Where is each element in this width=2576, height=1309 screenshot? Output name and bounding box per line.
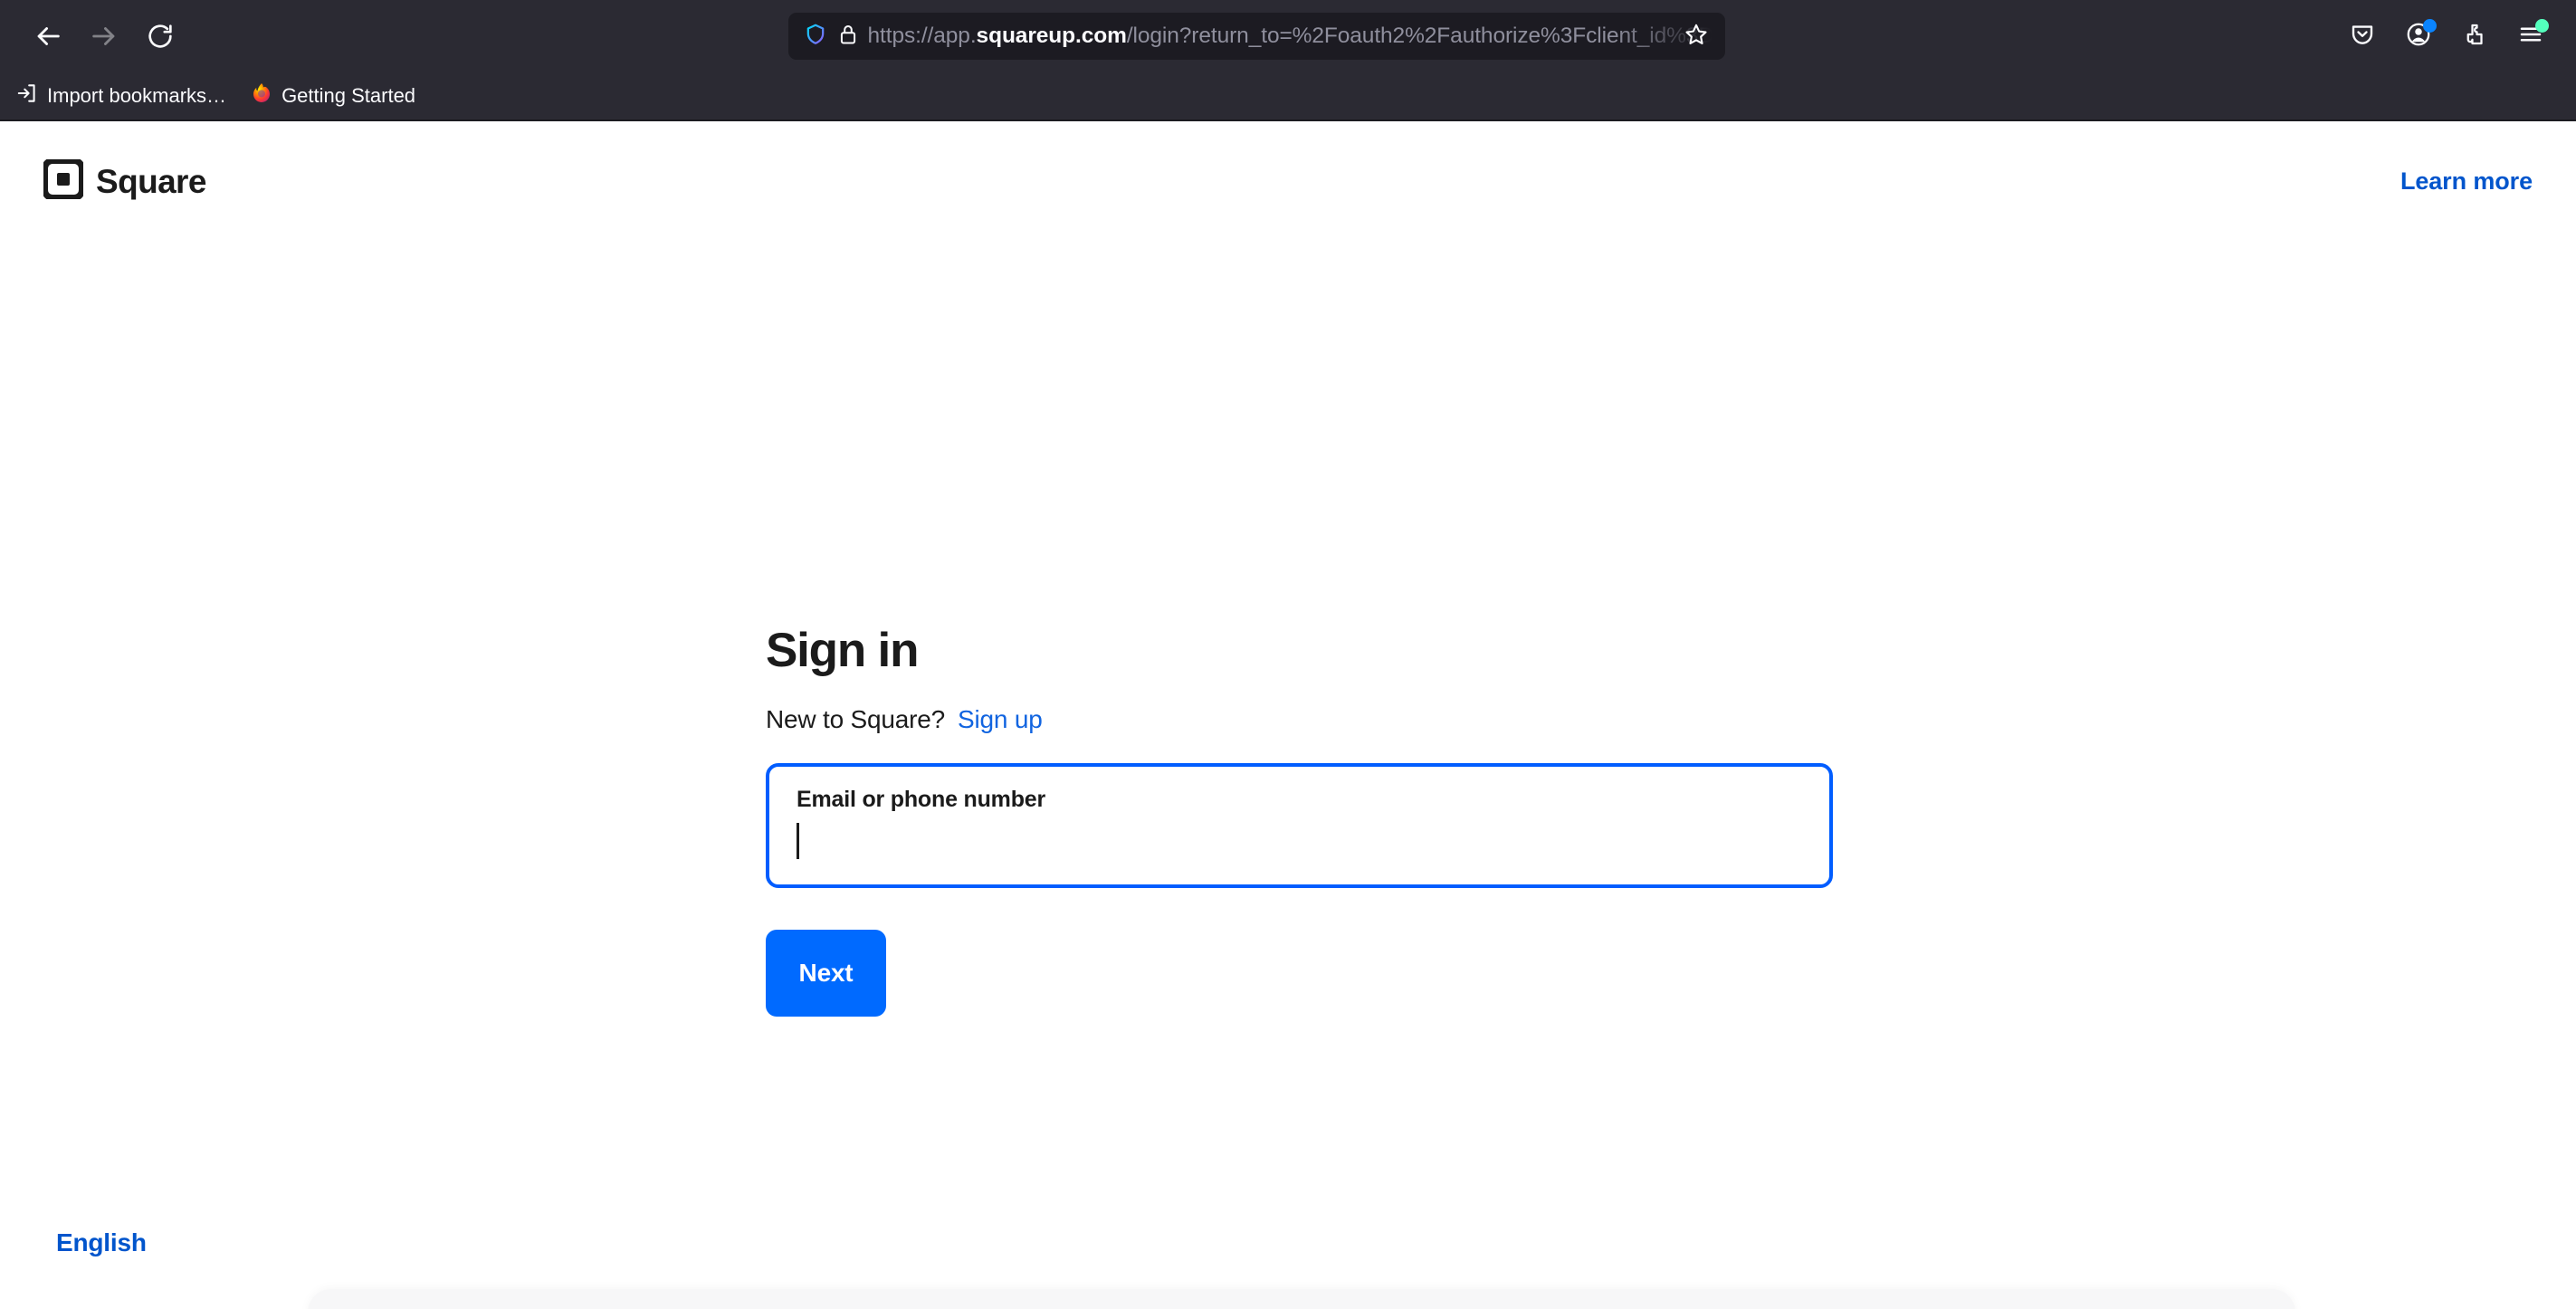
learn-more-link[interactable]: Learn more	[2400, 167, 2533, 196]
url-path: /login?return_to=%2Foauth2%2Fauthorize%3…	[1126, 24, 1713, 48]
square-logo-icon	[42, 158, 85, 204]
urlbar-container: https://app.squareup.com/login?return_to…	[188, 13, 2324, 60]
email-or-phone-field[interactable]: Email or phone number	[766, 762, 1833, 888]
bottom-sheet-peek	[308, 1289, 2295, 1309]
shield-icon[interactable]	[803, 22, 828, 52]
arrow-left-icon	[33, 21, 63, 52]
square-signin-page: Square Learn more Sign in New to Square?…	[0, 121, 2576, 1309]
menu-badge-dot	[2535, 19, 2549, 33]
reload-icon	[146, 22, 175, 51]
extensions-puzzle-icon	[2461, 21, 2488, 53]
bookmark-import-bookmarks[interactable]: Import bookmarks…	[5, 76, 236, 116]
back-button[interactable]	[20, 8, 76, 64]
star-outline-icon	[1684, 22, 1709, 52]
page-header: Square Learn more	[0, 121, 2576, 204]
signup-prompt-text: New to Square?	[766, 704, 945, 733]
url-text[interactable]: https://app.squareup.com/login?return_to…	[868, 24, 1713, 49]
bookmark-star-button[interactable]	[1676, 16, 1716, 56]
browser-toolbar-actions	[2324, 11, 2556, 62]
url-host: squareup.com	[976, 24, 1127, 48]
url-scheme: https://	[867, 24, 934, 48]
brand: Square	[42, 158, 206, 204]
browser-navigation-bar: https://app.squareup.com/login?return_to…	[0, 0, 2576, 72]
import-arrow-icon	[15, 81, 39, 110]
forward-button[interactable]	[76, 8, 132, 64]
text-caret	[797, 822, 799, 859]
bookmark-label: Import bookmarks…	[47, 84, 227, 107]
pocket-save-icon	[2349, 21, 2376, 53]
sign-up-link[interactable]: Sign up	[958, 705, 1043, 734]
address-bar[interactable]: https://app.squareup.com/login?return_to…	[787, 13, 1725, 60]
account-badge-dot	[2423, 19, 2437, 33]
padlock-icon[interactable]	[837, 23, 859, 51]
bookmarks-toolbar: Import bookmarks… Getting Started	[0, 72, 2576, 119]
bookmark-label: Getting Started	[281, 84, 416, 107]
pocket-save-button[interactable]	[2337, 11, 2388, 62]
brand-name: Square	[96, 162, 206, 200]
extensions-button[interactable]	[2449, 11, 2500, 62]
language-selector-link[interactable]: English	[56, 1228, 147, 1257]
email-field-label: Email or phone number	[797, 786, 1045, 812]
bookmark-getting-started[interactable]: Getting Started	[240, 76, 425, 116]
firefox-logo-icon	[250, 81, 273, 110]
signup-prompt: New to Square? Sign up	[766, 705, 1834, 734]
reload-button[interactable]	[132, 8, 188, 64]
browser-chrome: https://app.squareup.com/login?return_to…	[0, 0, 2576, 121]
arrow-right-icon	[89, 21, 119, 52]
application-menu-button[interactable]	[2505, 11, 2556, 62]
signin-form: Sign in New to Square? Sign up Email or …	[766, 626, 1834, 1017]
email-input-line[interactable]	[797, 822, 1802, 860]
next-button[interactable]: Next	[766, 929, 886, 1017]
url-subdomain: app.	[933, 24, 977, 48]
page-title: Sign in	[766, 624, 919, 677]
account-button[interactable]	[2393, 11, 2444, 62]
